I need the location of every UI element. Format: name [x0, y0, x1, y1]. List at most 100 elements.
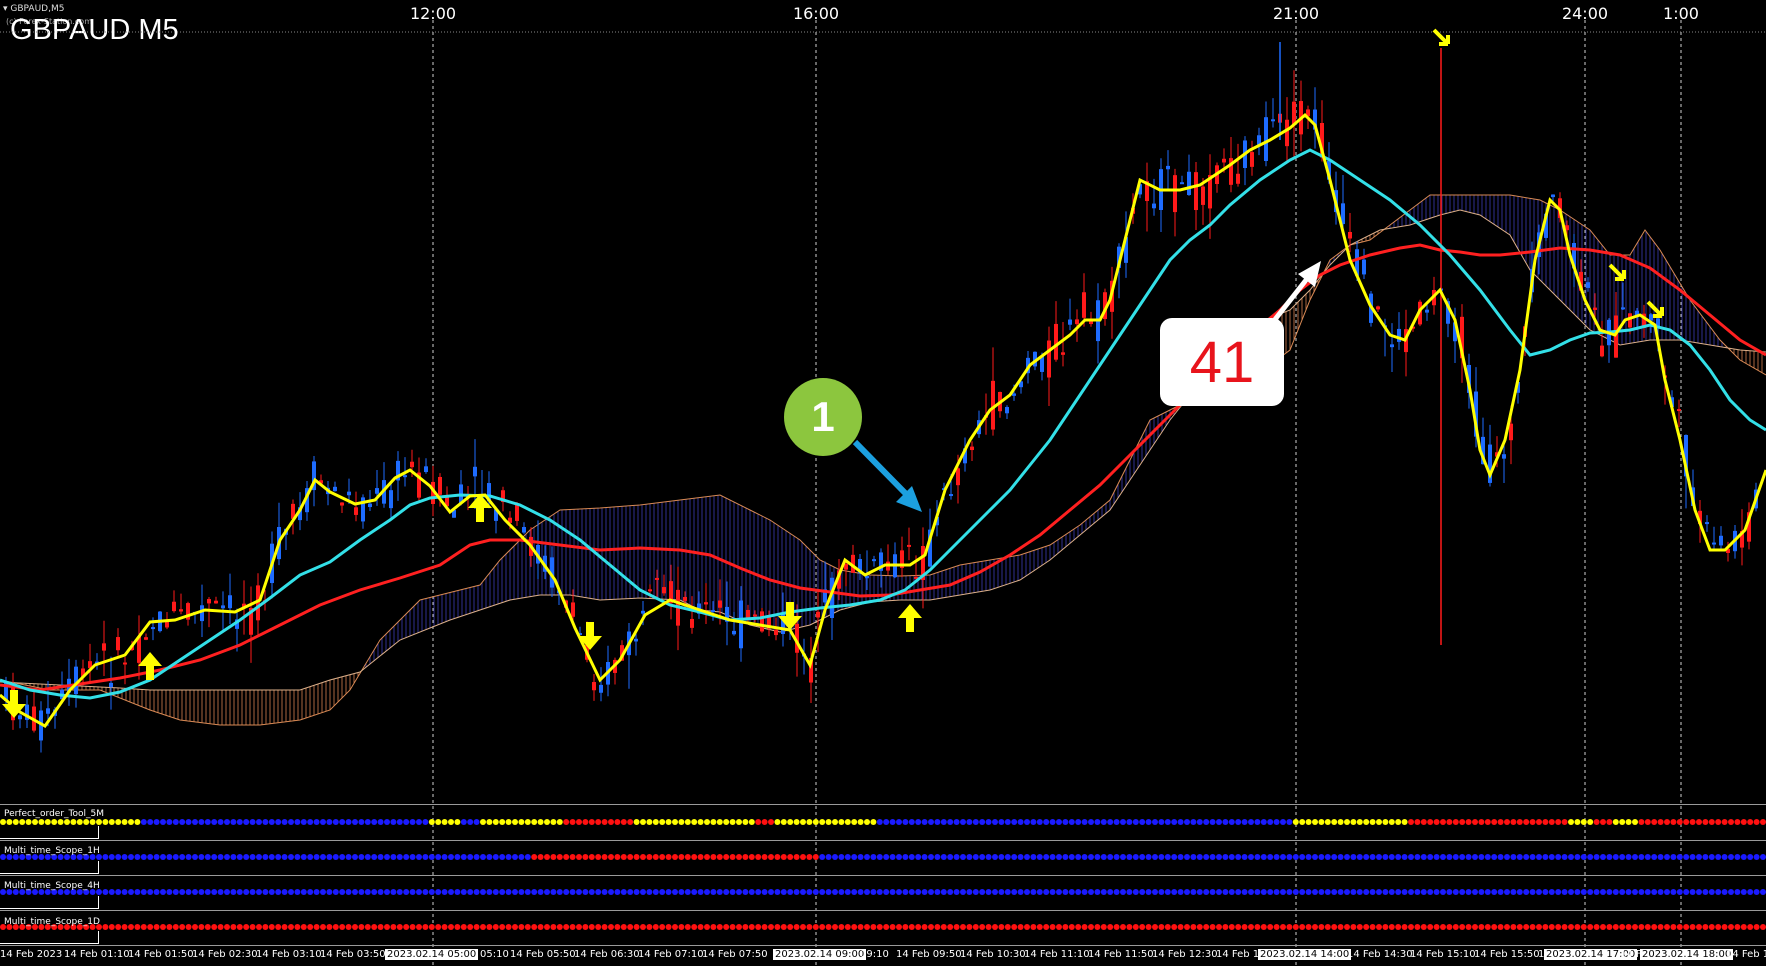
indicator-value-box — [0, 896, 99, 909]
candle-body — [116, 637, 120, 651]
indicator-dot — [1459, 854, 1466, 860]
indicator-dot — [307, 854, 314, 860]
indicator-dot — [633, 819, 640, 825]
indicator-dot — [1011, 854, 1018, 860]
indicator-dot — [1267, 889, 1274, 895]
indicator-dot — [1548, 819, 1555, 825]
candle-body — [151, 627, 155, 630]
candle-body — [1271, 119, 1275, 122]
indicator-dot — [1388, 924, 1395, 930]
indicator-dot — [1030, 819, 1037, 825]
indicator-dot — [915, 924, 922, 930]
indicator-dot — [268, 854, 275, 860]
indicator-dot — [153, 924, 160, 930]
indicator-dot — [358, 924, 365, 930]
indicator-dot — [1222, 889, 1229, 895]
indicator-dot — [614, 854, 621, 860]
indicator-dot — [780, 819, 787, 825]
indicator-dot — [889, 819, 896, 825]
candle-body — [1187, 171, 1191, 196]
candle-body — [333, 486, 337, 492]
indicator-dot — [262, 819, 269, 825]
candle-body — [1236, 173, 1240, 184]
indicator-dot — [1740, 854, 1747, 860]
indicator-dot — [1356, 924, 1363, 930]
time-axis-label: 2023.02.14 09:00 — [773, 949, 867, 960]
indicator-dot — [1472, 924, 1478, 930]
indicator-dot — [697, 854, 704, 860]
indicator-dot — [275, 924, 282, 930]
indicator-dot — [505, 854, 512, 860]
indicator-dot — [1555, 854, 1562, 860]
indicator-dot — [716, 889, 723, 895]
indicator-dot — [1625, 854, 1632, 860]
indicator-dot — [1600, 854, 1606, 860]
indicator-dot — [147, 819, 154, 825]
indicator-dot — [844, 854, 851, 860]
indicator-dot — [659, 819, 666, 825]
indicator-dot — [1465, 889, 1472, 895]
indicator-dot — [1209, 854, 1216, 860]
indicator-dot — [1555, 889, 1562, 895]
indicator-dot — [1606, 819, 1613, 825]
indicator-dot — [1523, 854, 1530, 860]
price-chart[interactable] — [0, 0, 1766, 966]
indicator-dot — [1267, 819, 1274, 825]
indicator-dot — [1574, 854, 1581, 860]
indicator-dot — [243, 889, 250, 895]
indicator-dot — [102, 819, 109, 825]
indicator-dot — [825, 924, 832, 930]
indicator-value-box — [0, 826, 99, 839]
indicator-dot — [179, 924, 186, 930]
indicator-dot — [1369, 854, 1376, 860]
indicator-dot — [1184, 889, 1190, 895]
indicator-dot — [377, 924, 384, 930]
indicator-dot — [518, 889, 525, 895]
indicator-dot — [531, 924, 538, 930]
indicator-dot — [364, 819, 371, 825]
time-axis-label: 14 Feb 18 — [1726, 949, 1766, 960]
indicator-dot — [307, 819, 314, 825]
indicator-dot — [236, 819, 243, 825]
indicator-dot — [1420, 819, 1427, 825]
indicator-dot — [710, 889, 717, 895]
indicator-dot — [1536, 819, 1542, 825]
indicator-dot — [1542, 889, 1549, 895]
indicator-dot — [1126, 854, 1133, 860]
indicator-dot — [1158, 819, 1165, 825]
indicator-dot — [352, 819, 358, 825]
time-axis-label: 2023.02.14 18:00 — [1640, 949, 1734, 960]
indicator-dot — [1497, 889, 1504, 895]
indicator-dot — [371, 819, 378, 825]
indicator-dot — [1638, 854, 1645, 860]
indicator-dot — [1708, 889, 1715, 895]
indicator-dot — [1472, 889, 1478, 895]
indicator-dot — [774, 854, 781, 860]
indicator-dot — [268, 924, 275, 930]
indicator-dot — [1248, 854, 1254, 860]
indicator-dot — [1299, 854, 1306, 860]
indicator-dot — [243, 924, 250, 930]
indicator-dot — [217, 924, 224, 930]
indicator-dot — [332, 889, 339, 895]
indicator-dot — [1260, 854, 1267, 860]
indicator-dot — [1094, 924, 1101, 930]
indicator-dot — [1715, 854, 1722, 860]
indicator-dot — [288, 854, 294, 860]
indicator-dot — [902, 924, 909, 930]
indicator-dot — [524, 889, 531, 895]
indicator-dot — [1088, 889, 1094, 895]
indicator-dot — [1555, 819, 1562, 825]
indicator-dot — [147, 889, 154, 895]
indicator-dot — [915, 854, 922, 860]
indicator-dot — [128, 924, 134, 930]
indicator-dot — [1491, 889, 1498, 895]
indicator-dot — [652, 924, 659, 930]
indicator-dot — [953, 819, 960, 825]
indicator-dot — [1433, 889, 1440, 895]
indicator-dot — [339, 854, 346, 860]
indicator-dot — [1740, 924, 1747, 930]
indicator-dot — [1049, 924, 1056, 930]
indicator-dot — [1344, 854, 1350, 860]
indicator-dot — [1548, 924, 1555, 930]
